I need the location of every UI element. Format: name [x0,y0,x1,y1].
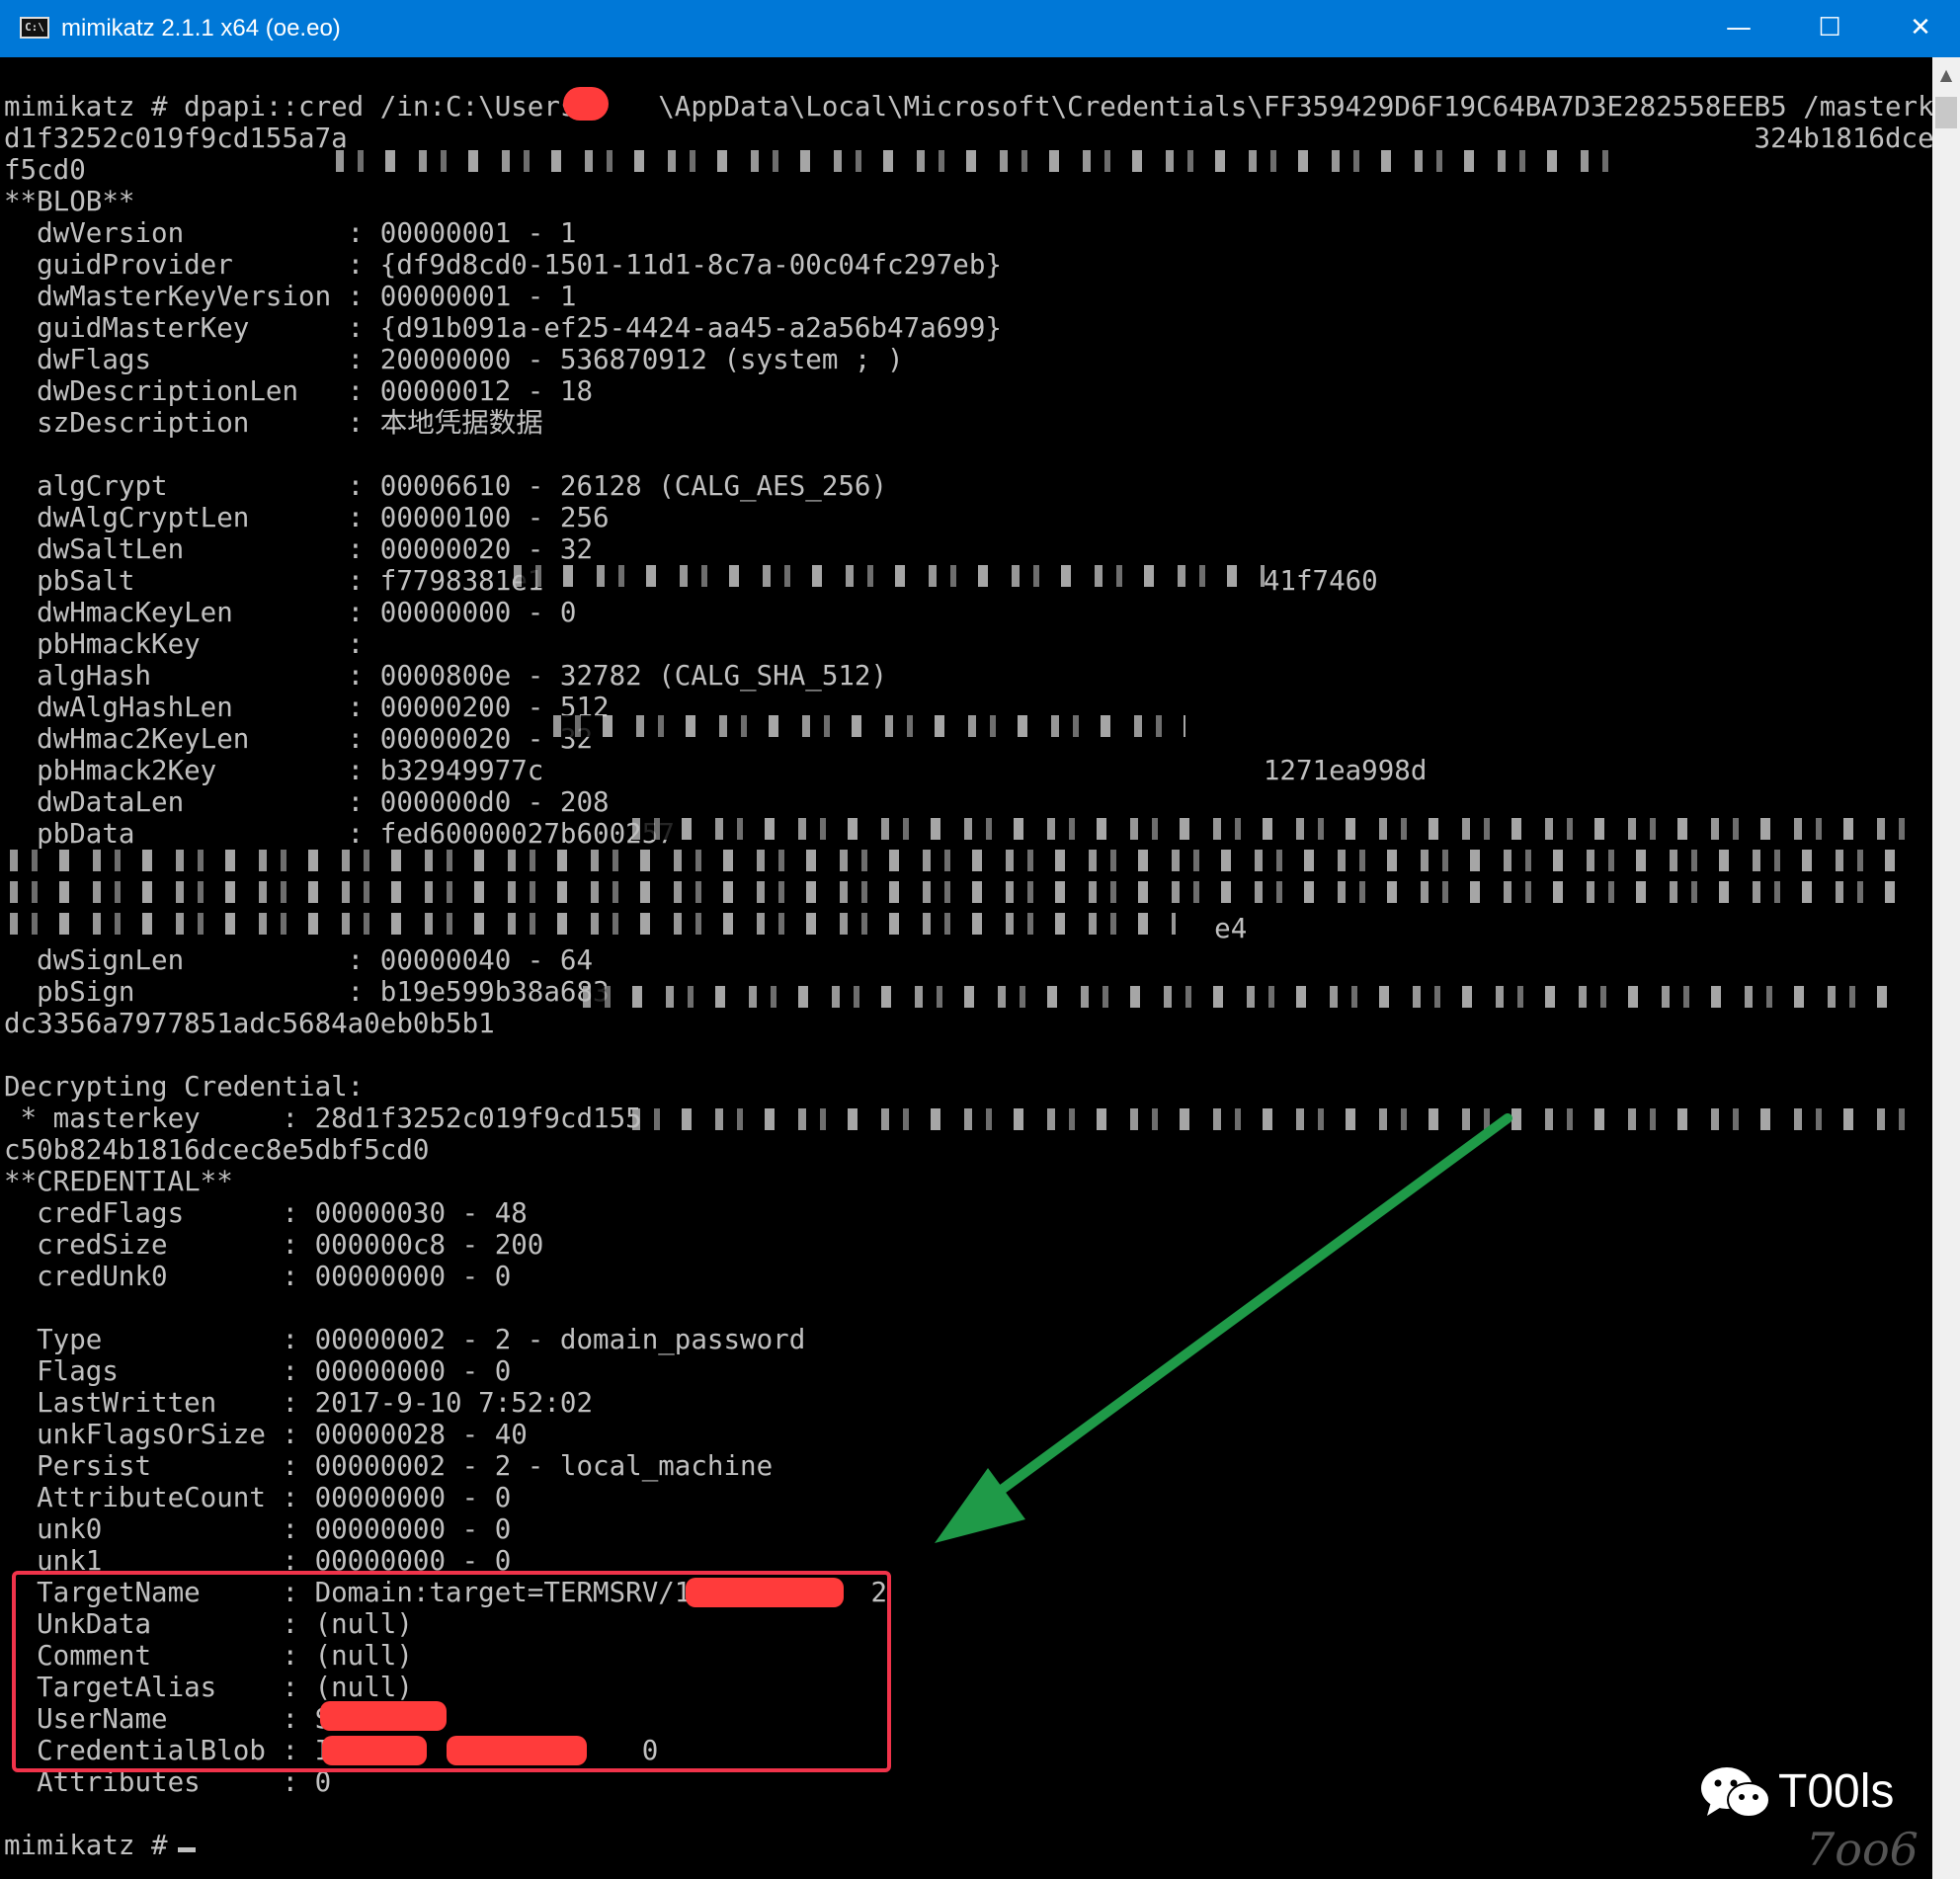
wechat-logo-icon [1701,1767,1770,1818]
vertical-scrollbar[interactable]: ▲ [1932,57,1960,1879]
scroll-up-icon[interactable]: ▲ [1932,57,1960,93]
watermark-text: T00ls [1778,1765,1895,1818]
arrow-annotation [935,1113,1512,1543]
watermark-ghost-text: 7oo6 [1806,1823,1919,1876]
arrow-shaft [983,1113,1512,1505]
scroll-thumb[interactable] [1935,97,1957,128]
